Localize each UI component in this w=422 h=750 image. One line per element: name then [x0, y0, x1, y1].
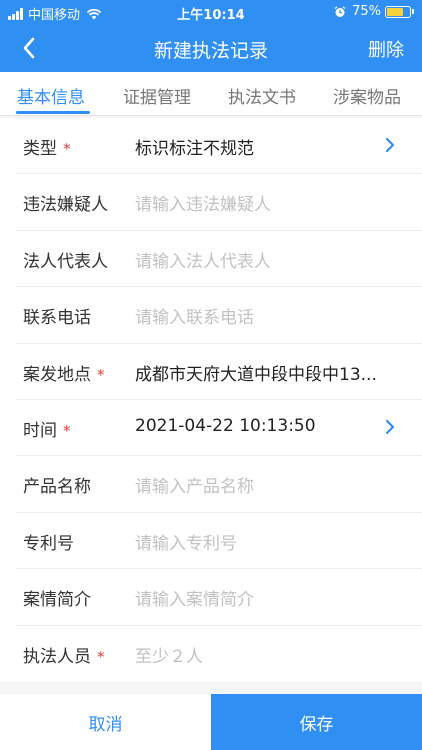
- legal-rep-input[interactable]: 请输入法人代表人: [135, 247, 393, 272]
- type-label: 类型 *: [23, 139, 71, 159]
- chevron-right-icon: [385, 137, 395, 153]
- officers-label: 执法人员 *: [23, 646, 105, 667]
- phone-label: 联系电话: [23, 308, 91, 329]
- battery-level-fill: [387, 7, 403, 16]
- cancel-button[interactable]: 取消: [0, 694, 211, 750]
- suspect-label: 违法嫌疑人: [23, 195, 108, 216]
- app-header: 中国移动 上午10:14 75% 新建执法记录 删除: [0, 0, 422, 72]
- back-button[interactable]: [14, 34, 44, 62]
- status-left: 中国移动: [8, 4, 102, 23]
- tab-items[interactable]: 涉案物品: [333, 83, 401, 108]
- battery-icon: [385, 5, 411, 18]
- patent-row: 专利号 请输入专利号: [16, 513, 422, 570]
- officers-input[interactable]: 至少２人: [135, 642, 393, 667]
- time-value[interactable]: 2021-04-22 10:13:50: [135, 416, 393, 436]
- status-bar: 中国移动 上午10:14 75%: [0, 0, 422, 24]
- product-row: 产品名称 请输入产品名称: [16, 456, 422, 513]
- tab-evidence[interactable]: 证据管理: [123, 83, 191, 108]
- wifi-icon: [86, 8, 102, 19]
- carrier-label: 中国移动: [28, 8, 81, 23]
- summary-input[interactable]: 请输入案情简介: [135, 585, 393, 610]
- required-mark: *: [63, 140, 71, 158]
- patent-input[interactable]: 请输入专利号: [135, 529, 393, 554]
- battery-tip: [412, 9, 414, 14]
- tab-documents[interactable]: 执法文书: [228, 83, 296, 108]
- page-title: 新建执法记录: [153, 40, 268, 62]
- required-mark: *: [97, 647, 105, 666]
- product-label: 产品名称: [23, 477, 91, 498]
- summary-row: 案情简介 请输入案情简介: [16, 569, 422, 626]
- patent-label: 专利号: [23, 533, 74, 554]
- save-button[interactable]: 保存: [211, 694, 422, 750]
- required-mark: *: [63, 421, 71, 440]
- location-label: 案发地点 *: [23, 364, 105, 385]
- battery-percent: 75%: [352, 4, 381, 19]
- product-input[interactable]: 请输入产品名称: [135, 472, 393, 497]
- suspect-input[interactable]: 请输入违法嫌疑人: [135, 190, 393, 215]
- phone-row: 联系电话 请输入联系电话: [16, 287, 422, 344]
- type-row[interactable]: 类型 * 标识标注不规范: [16, 118, 422, 175]
- suspect-row: 违法嫌疑人 请输入违法嫌疑人: [16, 174, 422, 231]
- type-value[interactable]: 标识标注不规范: [135, 134, 393, 159]
- tab-basic-info[interactable]: 基本信息: [17, 83, 85, 108]
- alarm-icon: [334, 5, 346, 17]
- required-mark: *: [97, 365, 105, 384]
- time-label: 时间 *: [23, 420, 71, 441]
- nav-bar: 新建执法记录 删除: [0, 24, 422, 72]
- footer-actions: 取消 保存: [0, 694, 422, 750]
- chevron-right-icon: [385, 419, 395, 435]
- legal-rep-row: 法人代表人 请输入法人代表人: [16, 231, 422, 288]
- summary-label: 案情简介: [23, 590, 91, 611]
- phone-input[interactable]: 请输入联系电话: [135, 303, 393, 328]
- status-right: 75%: [334, 4, 414, 19]
- delete-button[interactable]: 删除: [368, 36, 404, 62]
- time-row[interactable]: 时间 * 2021-04-22 10:13:50: [16, 400, 422, 457]
- active-tab-indicator: [16, 111, 90, 114]
- location-row: 案发地点 * 成都市天府大道中段中段中13...: [16, 344, 422, 400]
- officers-row: 执法人员 * 至少２人: [16, 626, 422, 682]
- tab-bar: 基本信息 证据管理 执法文书 涉案物品: [0, 72, 422, 116]
- legal-rep-label: 法人代表人: [23, 251, 108, 272]
- location-input[interactable]: 成都市天府大道中段中段中13...: [135, 360, 393, 385]
- signal-icon: [8, 7, 24, 20]
- chevron-left-icon: [23, 37, 35, 59]
- basic-info-form: 类型 * 标识标注不规范 违法嫌疑人 请输入违法嫌疑人 法人代表人 请输入法人代表…: [0, 118, 422, 682]
